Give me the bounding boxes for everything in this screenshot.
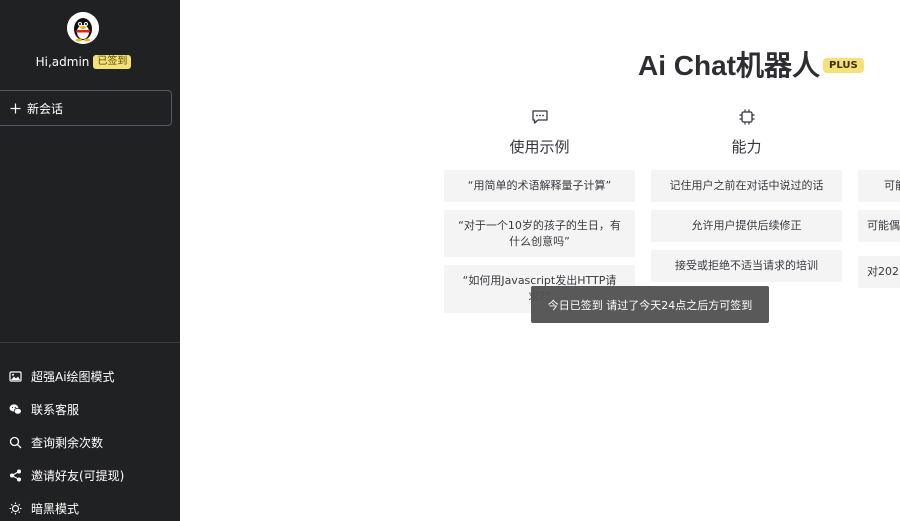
menu-item-contact-support[interactable]: 联系客服 <box>0 393 180 426</box>
capabilities-column: 能力 记住用户之前在对话中说过的话 允许用户提供后续修正 接受或拒绝不适当请求的… <box>651 108 842 290</box>
new-chat-button[interactable]: 新会话 <box>0 90 172 126</box>
title-row: Ai Chat机器人 PLUS <box>638 44 864 84</box>
page-title: Ai Chat机器人 <box>638 50 821 81</box>
chat-bubble-icon <box>531 110 548 124</box>
app-root: Hi,admin 已签到 新会话 超强Ai绘图模式 联系客服 查询剩余次数 邀请… <box>0 0 900 521</box>
limitations-column: 可能 可能偶 对2021 <box>858 108 900 296</box>
menu-item-label: 查询剩余次数 <box>31 436 104 450</box>
example-prompt-card[interactable]: “对于一个10岁的孩子的生日，有什么创意吗” <box>444 210 635 257</box>
menu-item-query-remaining[interactable]: 查询剩余次数 <box>0 426 180 459</box>
wechat-icon <box>9 403 22 416</box>
example-prompt-card[interactable]: “用简单的术语解释量子计算” <box>444 170 635 202</box>
capability-card: 记住用户之前在对话中说过的话 <box>651 170 842 202</box>
user-greeting-row: Hi,admin 已签到 <box>0 55 167 69</box>
sidebar: Hi,admin 已签到 新会话 超强Ai绘图模式 联系客服 查询剩余次数 邀请… <box>0 0 180 521</box>
sidebar-menu: 超强Ai绘图模式 联系客服 查询剩余次数 邀请好友(可提现) 暗黑模式 <box>0 360 180 521</box>
menu-item-dark-mode[interactable]: 暗黑模式 <box>0 492 180 521</box>
share-icon <box>9 469 22 482</box>
toast-message: 今日已签到 请过了今天24点之后方可签到 <box>531 286 769 323</box>
column-header: 能力 <box>651 108 842 170</box>
image-icon <box>9 370 22 383</box>
menu-item-invite-friends[interactable]: 邀请好友(可提现) <box>0 459 180 492</box>
capability-card: 接受或拒绝不适当请求的培训 <box>651 250 842 282</box>
menu-item-label: 暗黑模式 <box>31 502 80 516</box>
limitation-card: 可能偶 <box>858 210 900 242</box>
limitation-card: 可能 <box>858 170 900 202</box>
avatar[interactable] <box>67 12 99 44</box>
search-icon <box>9 436 22 449</box>
main-area: Ai Chat机器人 PLUS 使用示例 “用简单的术语解释量子计算” “对于一… <box>180 0 900 521</box>
sun-icon <box>9 502 22 515</box>
plus-badge: PLUS <box>823 58 864 73</box>
sidebar-divider <box>0 342 180 343</box>
menu-item-label: 邀请好友(可提现) <box>31 469 125 483</box>
column-title: 能力 <box>731 138 762 156</box>
limitation-card: 对2021 <box>858 256 900 288</box>
new-chat-label: 新会话 <box>27 101 64 116</box>
signed-in-badge[interactable]: 已签到 <box>93 55 132 69</box>
plus-icon <box>10 103 21 113</box>
penguin-avatar-icon <box>67 12 99 44</box>
column-header <box>858 108 900 170</box>
column-title: 使用示例 <box>509 138 570 156</box>
column-header: 使用示例 <box>444 108 635 170</box>
chip-icon <box>739 109 754 125</box>
capability-card: 允许用户提供后续修正 <box>651 210 842 242</box>
menu-item-label: 超强Ai绘图模式 <box>31 370 115 384</box>
user-greeting: Hi,admin <box>35 55 90 69</box>
menu-item-ai-drawing[interactable]: 超强Ai绘图模式 <box>0 360 180 393</box>
menu-item-label: 联系客服 <box>31 403 80 417</box>
